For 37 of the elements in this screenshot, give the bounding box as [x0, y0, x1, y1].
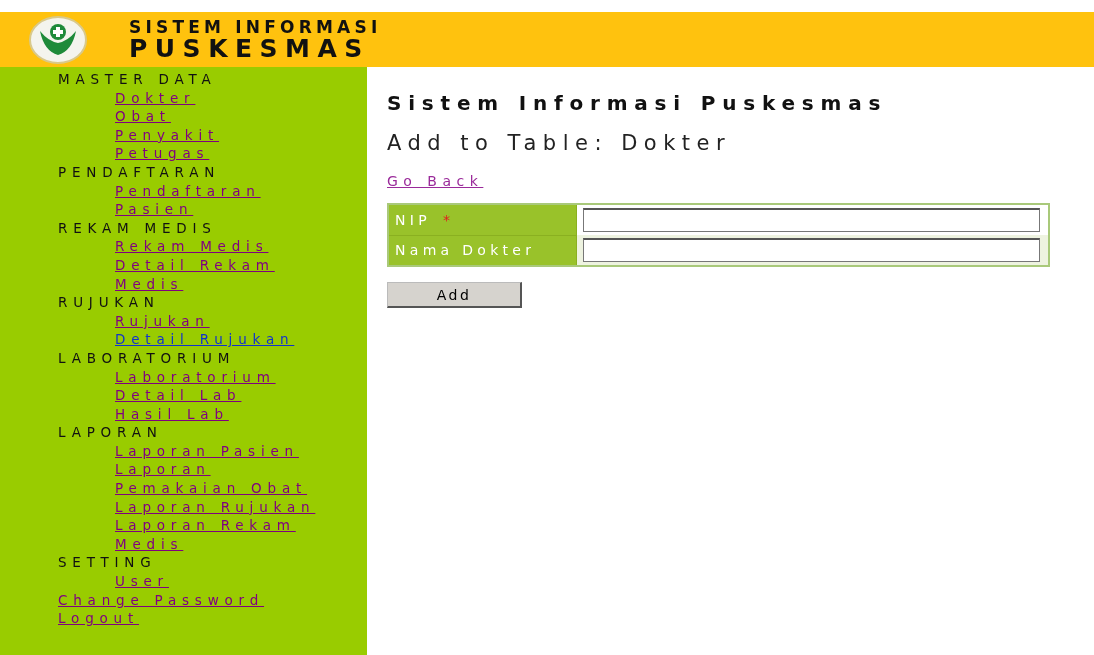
- field-label: Nama Dokter: [395, 242, 536, 259]
- site-title: PUSKESMAS: [129, 35, 371, 61]
- input-field[interactable]: [583, 238, 1040, 262]
- section-heading: LABORATORIUM: [58, 348, 237, 368]
- section-heading: MASTER DATA: [58, 70, 218, 89]
- sidebar-link[interactable]: Detail Rujukan: [115, 330, 295, 349]
- sidebar-link[interactable]: Laboratorium: [115, 367, 276, 387]
- sidebar-link[interactable]: User: [115, 572, 169, 591]
- sidebar-link[interactable]: Detail Lab: [115, 386, 242, 405]
- sidebar-link[interactable]: Laporan Rekam Medis: [115, 516, 343, 554]
- site-title: SISTEM INFORMASI: [129, 18, 382, 36]
- required-mark: *: [442, 211, 455, 228]
- section-heading: LAPORAN: [58, 423, 164, 442]
- sidebar-link[interactable]: Obat: [115, 107, 171, 126]
- sidebar-link[interactable]: Logout: [58, 610, 140, 627]
- page-title: Sistem Informasi Puskesmas: [387, 91, 889, 115]
- section-heading: PENDAFTARAN: [58, 162, 222, 182]
- sidebar-link[interactable]: Hasil Lab: [115, 404, 229, 424]
- go-back-link[interactable]: Go Back: [387, 173, 484, 189]
- add-button[interactable]: Add: [387, 282, 522, 308]
- section-heading: SETTING: [58, 553, 158, 573]
- sidebar-link[interactable]: Rekam Medis: [115, 237, 269, 256]
- sidebar-link[interactable]: Change Password: [58, 591, 265, 608]
- input-field[interactable]: [583, 208, 1040, 232]
- sidebar-link[interactable]: Laporan Rujukan: [115, 497, 316, 517]
- page-subtitle: Add to Table: Dokter: [387, 131, 733, 155]
- sidebar-link[interactable]: Pendaftaran Pasien: [115, 181, 343, 219]
- field-label: NIP: [395, 211, 431, 228]
- sidebar-link[interactable]: Dokter: [115, 88, 196, 108]
- section-heading: RUJUKAN: [58, 293, 161, 312]
- sidebar-link[interactable]: Penyakit: [115, 125, 220, 145]
- section-heading: REKAM MEDIS: [58, 218, 218, 238]
- sidebar-link[interactable]: Petugas: [115, 144, 210, 163]
- sidebar-link[interactable]: Detail Rekam Medis: [115, 255, 343, 294]
- sidebar-link[interactable]: Rujukan: [115, 311, 210, 331]
- sidebar-link[interactable]: Laporan Pasien: [115, 441, 299, 461]
- sidebar-link[interactable]: Laporan Pemakaian Obat: [115, 460, 343, 498]
